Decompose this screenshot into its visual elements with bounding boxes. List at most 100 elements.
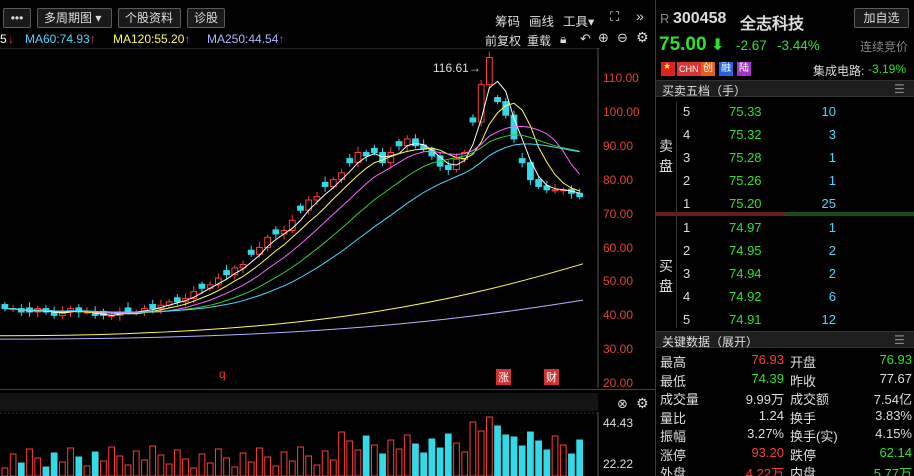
- ask-level[interactable]: 4: [683, 127, 690, 142]
- ask-price[interactable]: 75.26: [729, 173, 762, 188]
- bid-volume[interactable]: 2: [829, 266, 836, 281]
- volume-bar: [190, 467, 198, 476]
- reload-button[interactable]: 重载: [527, 32, 551, 49]
- bid-volume[interactable]: 12: [822, 312, 836, 327]
- y-tick-label: 110.00: [603, 70, 639, 85]
- bid-price[interactable]: 74.91: [729, 312, 762, 327]
- menu-icon[interactable]: ☰: [894, 82, 905, 96]
- bid-price[interactable]: 74.92: [729, 289, 762, 304]
- double-chevron-right-icon[interactable]: »: [636, 8, 644, 24]
- ask-level[interactable]: 2: [683, 173, 690, 188]
- candle: [494, 97, 501, 103]
- tag-chn[interactable]: CHN: [677, 62, 701, 76]
- volume-bar: [502, 434, 510, 476]
- ask-price[interactable]: 75.20: [729, 196, 762, 211]
- bid-level[interactable]: 5: [683, 312, 690, 327]
- stock-info-button[interactable]: 个股资料: [118, 8, 181, 28]
- volume-bar: [34, 457, 42, 476]
- bid-price[interactable]: 74.94: [729, 266, 762, 281]
- kd-value: 93.20: [751, 444, 784, 460]
- volume-bar: [477, 430, 485, 476]
- bid-level[interactable]: 1: [683, 220, 690, 235]
- bid-volume[interactable]: 1: [829, 220, 836, 235]
- kd-label: 最高: [660, 355, 687, 370]
- keydata-header[interactable]: 关键数据（展开） ☰: [656, 331, 914, 349]
- volume-bar: [403, 434, 411, 476]
- y-tick-label: 70.00: [603, 206, 634, 221]
- trading-status: 连续竞价: [860, 40, 909, 54]
- caret-down-icon: ▾: [95, 11, 102, 25]
- volume-bar: [568, 453, 575, 476]
- candle: [477, 84, 485, 123]
- volume-chart[interactable]: [0, 412, 600, 476]
- period-dropdown[interactable]: 多周期图 ▾: [37, 8, 112, 28]
- volume-bar: [551, 435, 559, 476]
- close-icon[interactable]: ⊗: [617, 396, 628, 412]
- candle: [551, 189, 559, 192]
- volume-bar: [239, 452, 247, 476]
- tag-lu[interactable]: 陆: [737, 62, 751, 76]
- bid-volume[interactable]: 2: [829, 243, 836, 258]
- forward-adjust-button[interactable]: 前复权: [485, 32, 521, 49]
- ask-price[interactable]: 75.28: [729, 150, 762, 165]
- bid-price[interactable]: 74.95: [729, 243, 762, 258]
- ask-level[interactable]: 1: [683, 196, 690, 211]
- kd-value: 7.54亿: [873, 392, 912, 407]
- kd-label: 外盘: [660, 466, 687, 476]
- gear-icon[interactable]: ⚙: [636, 29, 649, 46]
- undo-icon[interactable]: ↶: [580, 31, 591, 47]
- candle: [124, 307, 132, 313]
- ask-volume[interactable]: 25: [822, 196, 836, 211]
- ask-volume[interactable]: 1: [829, 173, 836, 188]
- volume-bar: [543, 449, 551, 476]
- more-button[interactable]: •••: [3, 8, 31, 28]
- ask-volume[interactable]: 3: [829, 127, 836, 142]
- bid-volume[interactable]: 6: [829, 289, 836, 304]
- candle: [198, 283, 206, 289]
- marker-zhang[interactable]: 涨: [496, 369, 511, 385]
- ask-level[interactable]: 5: [683, 104, 690, 119]
- volume-bar: [149, 445, 157, 476]
- add-watchlist-button[interactable]: 加自选: [854, 8, 909, 28]
- tools-button[interactable]: 工具▾: [563, 11, 594, 30]
- change-pct: -3.44%: [777, 38, 820, 53]
- ma5-value: 5: [0, 32, 7, 46]
- candlestick-chart[interactable]: [0, 48, 600, 388]
- orderbook-header[interactable]: 买卖五档（手） ☰: [656, 80, 914, 98]
- chips-button[interactable]: 筹码: [495, 11, 520, 30]
- lock-icon[interactable]: 🔒︎: [560, 32, 566, 47]
- tag-chuang[interactable]: 创: [701, 62, 715, 76]
- zoom-in-icon[interactable]: ⊕: [598, 30, 609, 46]
- sector-name[interactable]: 集成电路:: [813, 62, 864, 79]
- sell-side-label-1: 卖: [659, 138, 673, 154]
- bid-level[interactable]: 2: [683, 243, 690, 258]
- ask-volume[interactable]: 10: [822, 104, 836, 119]
- y-tick-label: 90.00: [603, 138, 634, 153]
- bid-price[interactable]: 74.97: [729, 220, 762, 235]
- candle: [346, 158, 354, 164]
- volume-bar: [387, 439, 395, 476]
- kd-value: 4.22万: [745, 466, 784, 476]
- gear-icon[interactable]: ⚙: [636, 395, 649, 412]
- quote-panel: R 300458 全志科技 加自选 75.00 ⬇ -2.67 -3.44% 连…: [656, 0, 914, 476]
- ask-level[interactable]: 3: [683, 150, 690, 165]
- buy-side-label-1: 买: [659, 258, 673, 274]
- candle: [149, 304, 157, 310]
- kd-label: 开盘: [790, 355, 817, 370]
- diagnose-button[interactable]: 诊股: [187, 8, 225, 28]
- draw-line-button[interactable]: 画线: [529, 11, 554, 30]
- marker-cai[interactable]: 财: [544, 369, 559, 385]
- menu-icon[interactable]: ☰: [894, 333, 905, 347]
- bid-level[interactable]: 3: [683, 266, 690, 281]
- ask-volume[interactable]: 1: [829, 150, 836, 165]
- volume-bar: [346, 440, 354, 476]
- ask-price[interactable]: 75.33: [729, 104, 762, 119]
- zoom-out-icon[interactable]: ⊖: [617, 30, 628, 46]
- candle: [576, 192, 584, 198]
- tag-rong[interactable]: 融: [719, 62, 733, 76]
- volume-bar: [338, 431, 345, 476]
- volume-bar: [173, 449, 181, 476]
- fullscreen-icon[interactable]: ⛶: [610, 9, 619, 25]
- ask-price[interactable]: 75.32: [729, 127, 762, 142]
- bid-level[interactable]: 4: [683, 289, 690, 304]
